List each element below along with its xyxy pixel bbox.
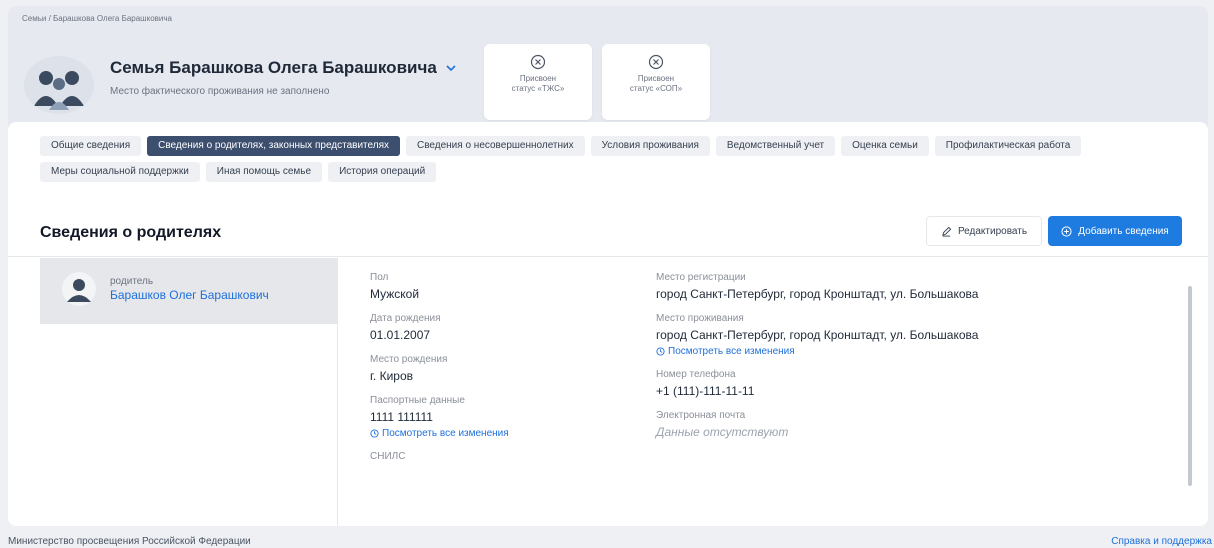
history-link-text: Посмотреть все изменения (668, 346, 795, 357)
plus-circle-icon (1061, 225, 1072, 237)
parent-role: родитель (110, 276, 154, 287)
section-title: Сведения о родителях (40, 224, 222, 241)
tab-operations-history[interactable]: История операций (328, 162, 437, 182)
list-item-parent[interactable]: родитель Барашков Олег Барашкович (40, 258, 338, 324)
tab-living-conditions[interactable]: Условия проживания (590, 136, 710, 156)
tab-departmental-record[interactable]: Ведомственный учет (715, 136, 836, 156)
pencil-icon (942, 226, 952, 237)
field-gender: Пол Мужской (370, 272, 640, 301)
field-passport: Паспортные данные 1111 111111 Посмотреть… (370, 395, 640, 439)
divider (8, 256, 1208, 257)
field-value: 01.01.2007 (370, 328, 431, 342)
field-label: Пол (370, 272, 389, 283)
tab-row-2: Меры социальной поддержки Иная помощь се… (40, 162, 1190, 182)
details-left-column: Пол Мужской Дата рождения 01.01.2007 Мес… (370, 272, 640, 474)
field-snils: СНИЛС (370, 451, 640, 462)
clock-icon (370, 429, 379, 438)
field-label: СНИЛС (370, 451, 406, 462)
add-button-label: Добавить сведения (1078, 225, 1169, 237)
field-label: Паспортные данные (370, 395, 465, 406)
field-birthplace: Место рождения г. Киров (370, 354, 640, 383)
field-value: 1111 111111 (370, 410, 433, 424)
field-value: +1 (111)-111-11-11 (656, 384, 755, 398)
close-circle-icon (530, 54, 546, 70)
footer-support-link[interactable]: Справка и поддержка (1111, 536, 1212, 547)
scrollbar[interactable] (1188, 286, 1192, 486)
tab-other-help[interactable]: Иная помощь семье (205, 162, 323, 182)
history-link-text: Посмотреть все изменения (382, 428, 509, 439)
status-line2: статус «ТЖС» (511, 84, 565, 93)
parents-list: родитель Барашков Олег Барашкович (40, 258, 338, 526)
user-avatar-icon (62, 272, 96, 306)
field-value: г. Киров (370, 369, 413, 383)
details-right-column: Место регистрации город Санкт-Петербург,… (656, 272, 1156, 451)
edit-button[interactable]: Редактировать (926, 216, 1042, 246)
field-phone: Номер телефона +1 (111)-111-11-11 (656, 369, 1156, 398)
tab-row-1: Общие сведения Сведения о родителях, зак… (40, 136, 1190, 156)
parent-name-link[interactable]: Барашков Олег Барашкович (110, 288, 269, 302)
tabs: Общие сведения Сведения о родителях, зак… (40, 136, 1190, 188)
avatar (62, 272, 96, 306)
clock-icon (656, 347, 665, 356)
footer-ministry: Министерство просвещения Российской Феде… (8, 536, 251, 547)
field-email: Электронная почта Данные отсутствуют (656, 410, 1156, 439)
field-value: Данные отсутствуют (656, 425, 789, 439)
app-window: Семьи / Барашкова Олега Барашковича Семь… (8, 6, 1208, 526)
status-line1: Присвоен (519, 74, 557, 83)
family-title: Семья Барашкова Олега Барашковича (110, 58, 457, 78)
field-value: город Санкт-Петербург, город Кронштадт, … (656, 287, 979, 301)
field-registration: Место регистрации город Санкт-Петербург,… (656, 272, 1156, 301)
residence-history-link[interactable]: Посмотреть все изменения (656, 346, 1156, 357)
family-title-text: Семья Барашкова Олега Барашковича (110, 58, 437, 77)
field-residence: Место проживания город Санкт-Петербург, … (656, 313, 1156, 357)
field-birthdate: Дата рождения 01.01.2007 (370, 313, 640, 342)
tab-minors[interactable]: Сведения о несовершеннолетних (406, 136, 585, 156)
field-label: Место проживания (656, 313, 744, 324)
family-avatar (24, 56, 94, 114)
status-line1: Присвоен (637, 74, 675, 83)
add-info-button[interactable]: Добавить сведения (1048, 216, 1182, 246)
field-label: Место регистрации (656, 272, 746, 283)
breadcrumb[interactable]: Семьи / Барашкова Олега Барашковича (22, 14, 172, 23)
status-line2: статус «СОП» (629, 84, 683, 93)
status-card-tjs[interactable]: Присвоен статус «ТЖС» (484, 44, 592, 120)
family-group-icon (34, 71, 84, 110)
tab-preventive-work[interactable]: Профилактическая работа (934, 136, 1082, 156)
field-value: Мужской (370, 287, 420, 301)
edit-button-label: Редактировать (957, 225, 1028, 237)
family-header: Семья Барашкова Олега Барашковича Место … (24, 44, 1204, 120)
field-value: город Санкт-Петербург, город Кронштадт, … (656, 328, 979, 342)
status-card-sop[interactable]: Присвоен статус «СОП» (602, 44, 710, 120)
content-panel: Общие сведения Сведения о родителях, зак… (8, 122, 1208, 526)
tab-family-assessment[interactable]: Оценка семьи (841, 136, 929, 156)
field-label: Электронная почта (656, 410, 746, 421)
field-label: Место рождения (370, 354, 448, 365)
close-circle-icon (648, 54, 664, 70)
passport-history-link[interactable]: Посмотреть все изменения (370, 428, 640, 439)
field-label: Дата рождения (370, 313, 441, 324)
field-label: Номер телефона (656, 369, 736, 380)
chevron-down-icon[interactable] (445, 62, 457, 74)
tab-parents[interactable]: Сведения о родителях, законных представи… (147, 136, 400, 156)
family-subtitle: Место фактического проживания не заполне… (110, 86, 330, 97)
tab-general[interactable]: Общие сведения (40, 136, 142, 156)
tab-social-support[interactable]: Меры социальной поддержки (40, 162, 200, 182)
